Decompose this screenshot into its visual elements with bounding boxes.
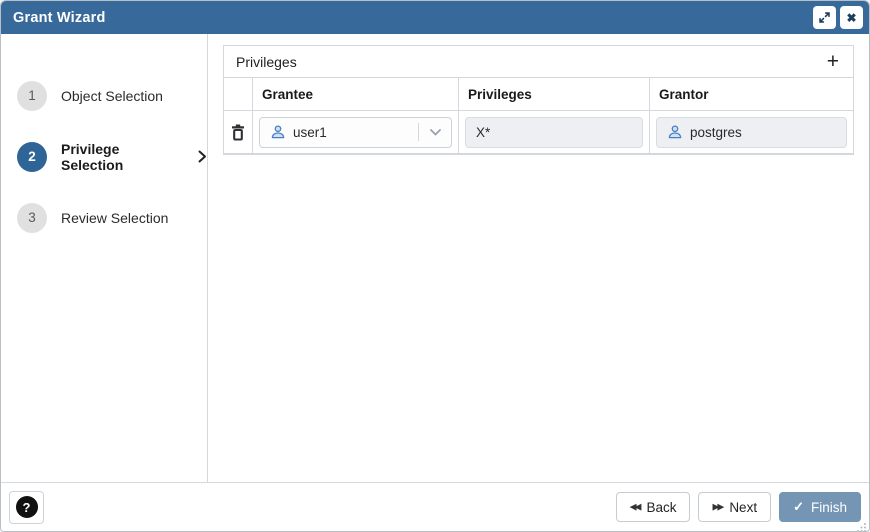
close-icon: ✖: [846, 12, 856, 24]
grantor-cell: postgres: [649, 111, 853, 153]
dialog-footer: ? ◀◀ Back ▶▶ Next ✓ Finish: [1, 482, 869, 531]
step-privilege-selection[interactable]: 2 Privilege Selection: [1, 126, 207, 187]
step-label: Privilege Selection: [61, 141, 178, 173]
actions-column-header: [224, 78, 252, 110]
double-right-arrow-icon: ▶▶: [712, 501, 722, 512]
grantee-column-header: Grantee: [252, 78, 458, 110]
step-object-selection[interactable]: 1 Object Selection: [1, 65, 207, 126]
add-privilege-button[interactable]: +: [825, 51, 841, 72]
grantor-value-field: postgres: [656, 117, 847, 148]
dialog-title: Grant Wizard: [13, 10, 106, 26]
wizard-content: Privileges + Grantee Privileges Grantor: [208, 34, 869, 484]
privilege-table-row: user1 X*: [224, 111, 853, 154]
step-number-badge: 1: [17, 81, 47, 111]
row-actions-cell: [224, 111, 252, 153]
double-left-arrow-icon: ◀◀: [630, 501, 640, 512]
grantor-value: postgres: [690, 125, 742, 140]
privileges-column-header: Privileges: [458, 78, 649, 110]
privileges-panel-header: Privileges +: [224, 46, 853, 78]
panel-title: Privileges: [236, 54, 297, 70]
footer-buttons: ◀◀ Back ▶▶ Next ✓ Finish: [616, 492, 861, 522]
user-icon: [667, 124, 683, 140]
user-icon: [270, 124, 286, 140]
privileges-cell: X*: [458, 111, 649, 153]
privileges-panel: Privileges + Grantee Privileges Grantor: [223, 45, 854, 155]
titlebar-buttons: ✖: [813, 6, 863, 29]
plus-icon: +: [827, 50, 839, 73]
privileges-value: X*: [476, 125, 490, 140]
wizard-steps-sidebar: 1 Object Selection 2 Privilege Selection…: [1, 34, 208, 484]
help-glyph: ?: [23, 500, 31, 515]
maximize-button[interactable]: [813, 6, 836, 29]
expand-icon: [818, 11, 831, 24]
select-separator: [418, 123, 419, 141]
finish-button[interactable]: ✓ Finish: [779, 492, 861, 522]
privileges-value-field[interactable]: X*: [465, 117, 643, 148]
next-button[interactable]: ▶▶ Next: [698, 492, 771, 522]
grantee-select[interactable]: user1: [259, 117, 452, 148]
grantor-column-header: Grantor: [649, 78, 853, 110]
grant-wizard-dialog: Grant Wizard ✖ 1 Object Selection 2: [0, 0, 870, 532]
back-button-label: Back: [646, 500, 676, 515]
next-button-label: Next: [729, 500, 757, 515]
chevron-down-icon: [426, 129, 445, 136]
help-icon: ?: [16, 496, 38, 518]
resize-grip[interactable]: [857, 519, 867, 529]
step-label: Object Selection: [61, 88, 163, 104]
step-number-badge: 2: [17, 142, 47, 172]
titlebar[interactable]: Grant Wizard ✖: [1, 1, 869, 34]
step-review-selection[interactable]: 3 Review Selection: [1, 187, 207, 248]
chevron-right-icon: [198, 150, 207, 163]
check-icon: ✓: [793, 499, 804, 515]
back-button[interactable]: ◀◀ Back: [616, 492, 691, 522]
delete-row-button[interactable]: [229, 122, 247, 143]
trash-icon: [231, 124, 245, 141]
help-button[interactable]: ?: [9, 491, 44, 524]
close-button[interactable]: ✖: [840, 6, 863, 29]
grantee-cell: user1: [252, 111, 458, 153]
privileges-table-header: Grantee Privileges Grantor: [224, 78, 853, 111]
grantee-selected-value: user1: [293, 125, 411, 140]
dialog-body: 1 Object Selection 2 Privilege Selection…: [1, 34, 869, 484]
step-number-badge: 3: [17, 203, 47, 233]
step-label: Review Selection: [61, 210, 168, 226]
finish-button-label: Finish: [811, 500, 847, 515]
